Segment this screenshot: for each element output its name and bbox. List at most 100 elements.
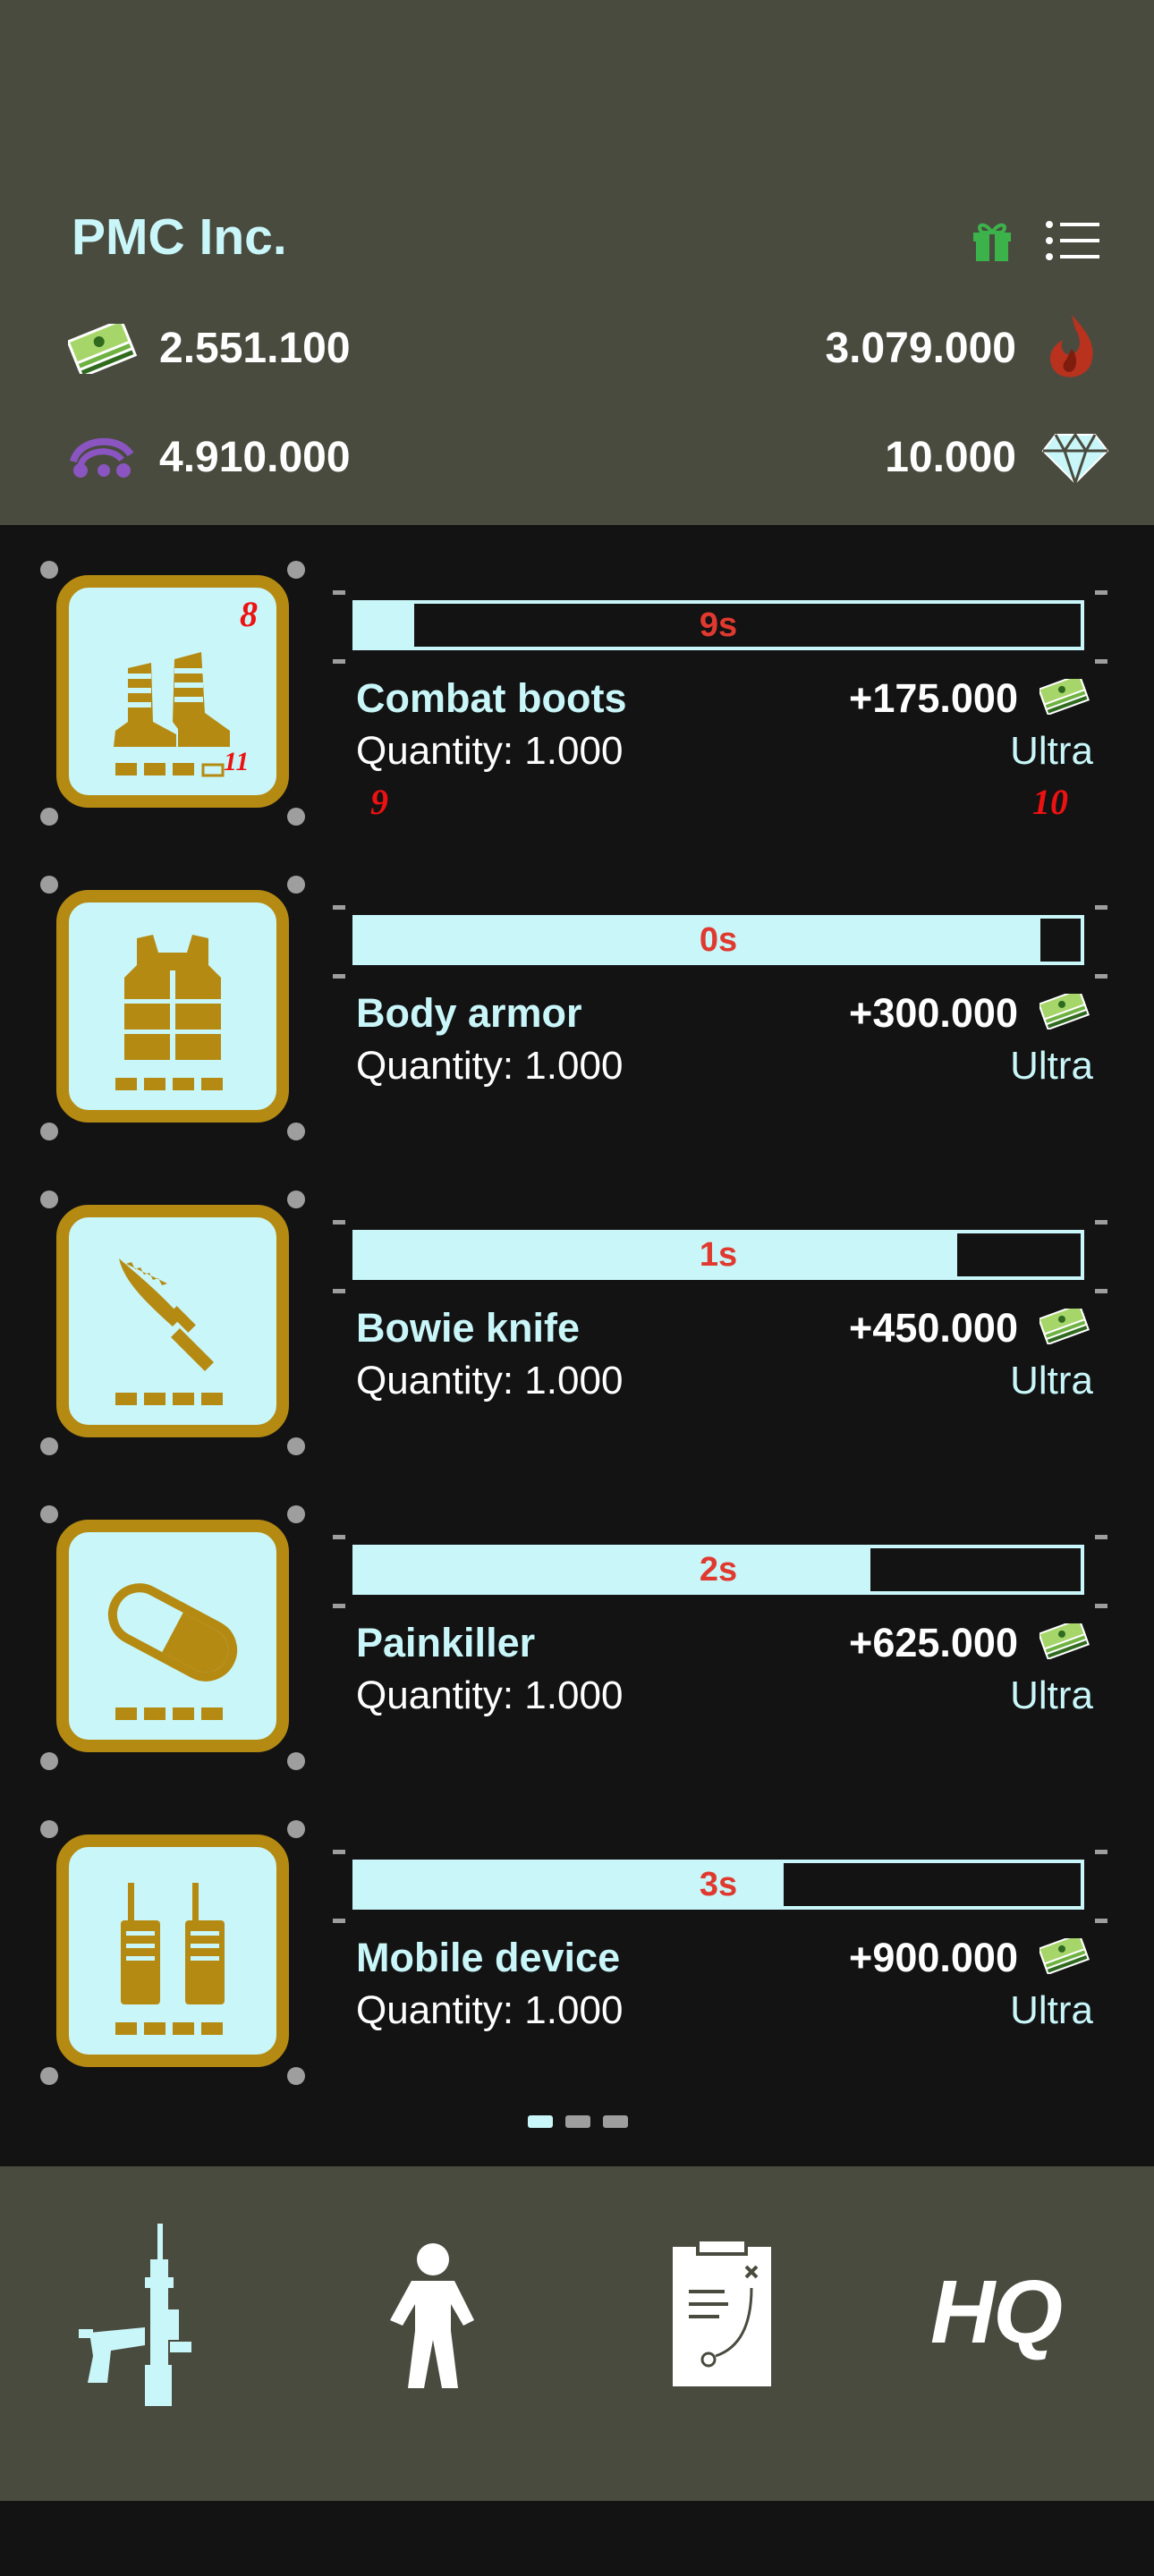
bar-tick — [333, 590, 345, 595]
tile-corner-dot — [287, 2067, 305, 2085]
weapons-icon — [79, 2224, 191, 2406]
bar-tick — [333, 1289, 345, 1293]
page-dot[interactable] — [528, 2115, 553, 2128]
tile-corner-dot — [40, 1123, 58, 1140]
debug-label: 8 — [240, 594, 258, 634]
item-reward: +300.000 — [849, 990, 1018, 1036]
bar-tick — [1095, 974, 1107, 979]
item-tile[interactable] — [56, 1520, 289, 1752]
item-quantity: Quantity: 1.000 — [356, 1044, 624, 1088]
bar-tick — [1095, 1220, 1107, 1224]
bar-tick — [333, 659, 345, 664]
vest-icon — [115, 935, 223, 1090]
company-name: PMC Inc. — [72, 208, 287, 266]
bar-tick — [1095, 1604, 1107, 1608]
bar-tick — [1095, 590, 1107, 595]
item-name: Mobile device — [356, 1935, 621, 1980]
cash-icon — [1038, 1932, 1091, 1979]
nav-weapons[interactable] — [72, 2224, 215, 2558]
cash-icon — [1038, 1302, 1091, 1349]
item-tier: Ultra — [1010, 729, 1093, 773]
cash-value: 2.551.100 — [159, 325, 351, 372]
item-quantity: Quantity: 1.000 — [356, 1674, 624, 1717]
knife-icon — [115, 1258, 223, 1405]
cash-stack-icon — [66, 318, 138, 378]
cash-icon — [1038, 673, 1091, 719]
fire-value: 3.079.000 — [825, 325, 1016, 372]
tile-corner-dot — [287, 1752, 305, 1770]
list-item-mobile-device[interactable]: 3s Mobile device Quantity: 1.000 +900.00… — [0, 1784, 1154, 2099]
list-menu-icon[interactable] — [1045, 220, 1100, 266]
tile-corner-dot — [40, 561, 58, 579]
timer-label: 1s — [699, 1236, 738, 1274]
page-dot[interactable] — [603, 2115, 628, 2128]
item-tier: Ultra — [1010, 1988, 1093, 2032]
header-panel: PMC Inc. 2.551.100 3.079.000 4.910.000 1… — [0, 0, 1154, 525]
tile-corner-dot — [40, 1191, 58, 1208]
timer-label: 3s — [699, 1866, 738, 1903]
item-quantity: Quantity: 1.000 — [356, 1988, 624, 2032]
production-progress-bar: 1s — [352, 1230, 1084, 1280]
bar-tick — [333, 1919, 345, 1923]
page-indicator[interactable] — [528, 2115, 628, 2128]
nav-hq[interactable]: HQ — [930, 2261, 1063, 2364]
list-item-body-armor[interactable]: 0s Body armor Quantity: 1.000 +300.000 U… — [0, 840, 1154, 1155]
bar-tick — [1095, 905, 1107, 910]
production-progress-bar: 9s — [352, 600, 1084, 650]
bar-tick — [1095, 659, 1107, 664]
timer-label: 9s — [699, 606, 738, 644]
item-name: Painkiller — [356, 1620, 536, 1665]
bar-tick — [333, 905, 345, 910]
gift-icon[interactable] — [972, 218, 1013, 267]
bar-tick — [333, 1604, 345, 1608]
tile-corner-dot — [40, 1820, 58, 1838]
bar-tick — [333, 974, 345, 979]
diamond-icon[interactable] — [1041, 432, 1109, 489]
tile-corner-dot — [287, 1820, 305, 1838]
item-tile[interactable] — [56, 890, 289, 1123]
list-item-painkiller[interactable]: 2s Painkiller Quantity: 1.000 +625.000 U… — [0, 1470, 1154, 1784]
tile-corner-dot — [40, 876, 58, 894]
bar-tick — [1095, 1919, 1107, 1923]
soldier-icon — [390, 2243, 474, 2388]
pill-icon — [107, 1583, 238, 1720]
bar-tick — [1095, 1289, 1107, 1293]
list-item-bowie-knife[interactable]: 1s Bowie knife Quantity: 1.000 +450.000 … — [0, 1155, 1154, 1470]
bar-tick — [333, 1535, 345, 1539]
clipboard-icon — [673, 2238, 771, 2386]
tile-corner-dot — [40, 1505, 58, 1523]
bar-tick — [1095, 1535, 1107, 1539]
cash-icon — [1038, 1617, 1091, 1664]
flame-icon — [1045, 313, 1097, 389]
timer-label: 0s — [699, 921, 738, 959]
tile-corner-dot — [287, 876, 305, 894]
radio-icon — [115, 1883, 225, 2035]
page-dot[interactable] — [565, 2115, 590, 2128]
production-progress-bar: 0s — [352, 915, 1084, 965]
item-tier: Ultra — [1010, 1359, 1093, 1402]
timer-label: 2s — [699, 1551, 738, 1589]
list-item-combat-boots[interactable]: 8 11 9 10 9s Combat boots Quantity: 1.00… — [0, 525, 1154, 840]
item-reward: +450.000 — [849, 1305, 1018, 1351]
tile-corner-dot — [287, 1505, 305, 1523]
item-quantity: Quantity: 1.000 — [356, 729, 624, 773]
item-reward: +900.000 — [849, 1935, 1018, 1980]
tile-corner-dot — [287, 1191, 305, 1208]
item-name: Bowie knife — [356, 1305, 581, 1351]
diamond-value: 10.000 — [885, 434, 1016, 481]
bar-tick — [1095, 1850, 1107, 1854]
cash-icon — [1038, 987, 1091, 1034]
nav-tactics[interactable] — [671, 2238, 773, 2574]
item-tile[interactable] — [56, 1205, 289, 1437]
intel-value: 4.910.000 — [159, 434, 351, 481]
production-progress-bar: 2s — [352, 1545, 1084, 1595]
nav-soldier[interactable] — [383, 2241, 481, 2576]
item-tile[interactable] — [56, 1835, 289, 2067]
item-name: Combat boots — [356, 675, 627, 721]
item-tier: Ultra — [1010, 1044, 1093, 1088]
tile-corner-dot — [287, 1123, 305, 1140]
tile-corner-dot — [287, 808, 305, 826]
satellite-icon — [68, 435, 136, 484]
debug-label: 10 — [1032, 782, 1068, 822]
tile-corner-dot — [40, 808, 58, 826]
